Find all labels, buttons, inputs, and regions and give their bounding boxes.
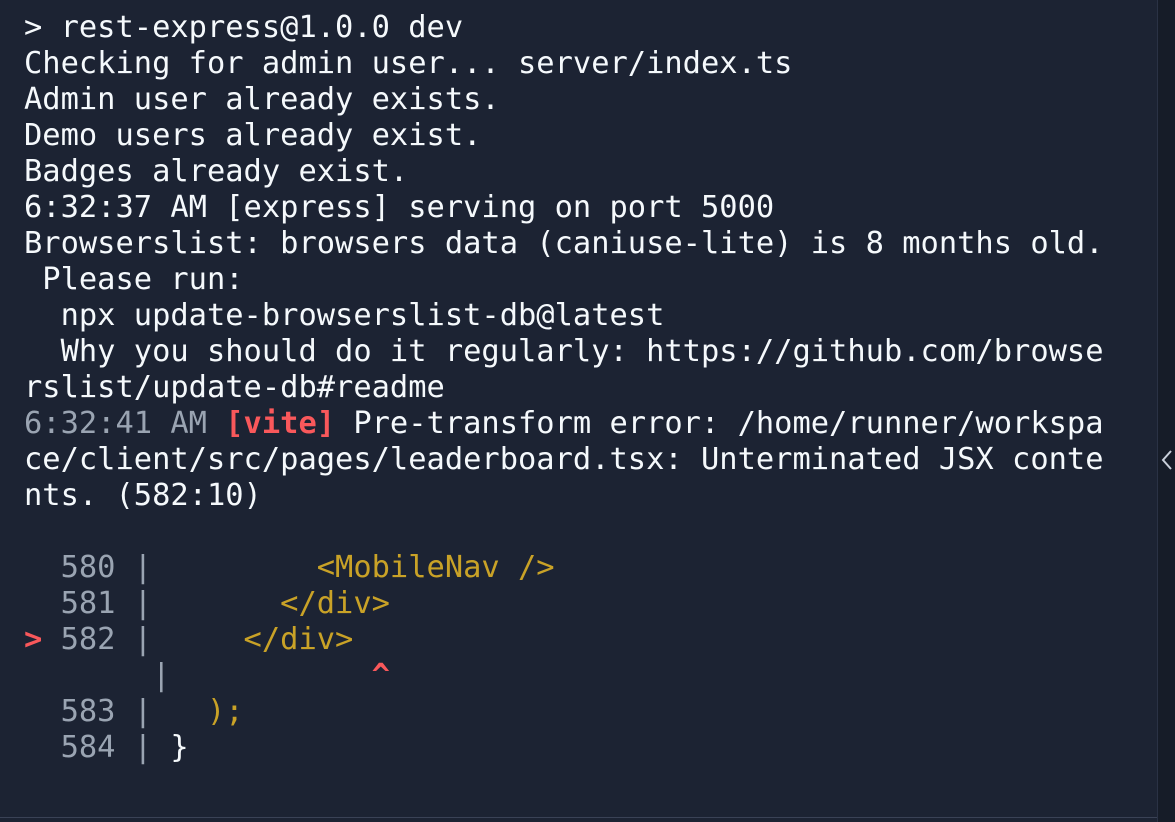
error-line: 6:32:41 AM [vite] Pre-transform error: /… [0, 406, 1158, 442]
log-line: rslist/update-db#readme [24, 370, 445, 405]
gutter-separator: | [115, 550, 171, 585]
code-text: <MobileNav /> [170, 550, 555, 585]
log-line: Checking for admin user... server/index.… [24, 46, 793, 81]
gutter-separator: | [115, 694, 171, 729]
code-text: </div> [170, 622, 354, 657]
log-line: Demo users already exist. [24, 118, 482, 153]
terminal-output[interactable]: > rest-express@1.0.0 dev Checking for ad… [0, 0, 1158, 822]
gutter-separator: | [115, 586, 171, 621]
log-line: Browserslist: browsers data (caniuse-lit… [24, 226, 1104, 261]
gutter-separator: | [115, 622, 171, 657]
error-message: Pre-transform error: /home/runner/worksp… [335, 406, 1104, 441]
code-text: } [170, 730, 189, 765]
line-marker [24, 658, 42, 693]
line-number: 583 [60, 694, 116, 729]
code-frame-line: 583 | ); [0, 694, 1158, 730]
code-frame-line: 584 | } [0, 730, 1158, 766]
line-marker [24, 550, 42, 585]
code-frame-line: | ^ [0, 658, 1158, 694]
code-frame-line: 581 | </div> [0, 586, 1158, 622]
log-line: npx update-browserslist-db@latest [24, 298, 665, 333]
gutter-separator: | [115, 730, 171, 765]
line-number: 584 [60, 730, 116, 765]
gutter-separator: | [60, 658, 189, 693]
error-line-marker: > [24, 622, 43, 657]
line-number: 582 [60, 622, 116, 657]
line-marker [24, 730, 42, 765]
chevron-left-icon[interactable] [1160, 448, 1174, 472]
divider [0, 817, 1158, 818]
log-line: > rest-express@1.0.0 dev [24, 10, 464, 45]
code-text: </div> [170, 586, 390, 621]
line-number: 580 [60, 550, 116, 585]
error-timestamp: 6:32:41 AM [24, 406, 207, 441]
code-text: ); [170, 694, 244, 729]
side-panel-strip[interactable] [1157, 0, 1175, 822]
code-frame-line: > 582 | </div> [0, 622, 1158, 658]
log-line: Admin user already exists. [24, 82, 500, 117]
error-line: nts. (582:10) [24, 478, 262, 513]
line-marker [24, 586, 42, 621]
log-line: Why you should do it regularly: https://… [24, 334, 1104, 369]
code-frame-line: 580 | <MobileNav /> [0, 550, 1158, 586]
log-line: Please run: [24, 262, 244, 297]
log-line: 6:32:37 AM [express] serving on port 500… [24, 190, 775, 225]
error-caret: ^ [188, 658, 390, 693]
error-line: ce/client/src/pages/leaderboard.tsx: Unt… [24, 442, 1104, 477]
vite-tag: [vite] [225, 406, 336, 441]
line-number: 581 [60, 586, 116, 621]
log-line: Badges already exist. [24, 154, 409, 189]
line-marker [24, 694, 42, 729]
